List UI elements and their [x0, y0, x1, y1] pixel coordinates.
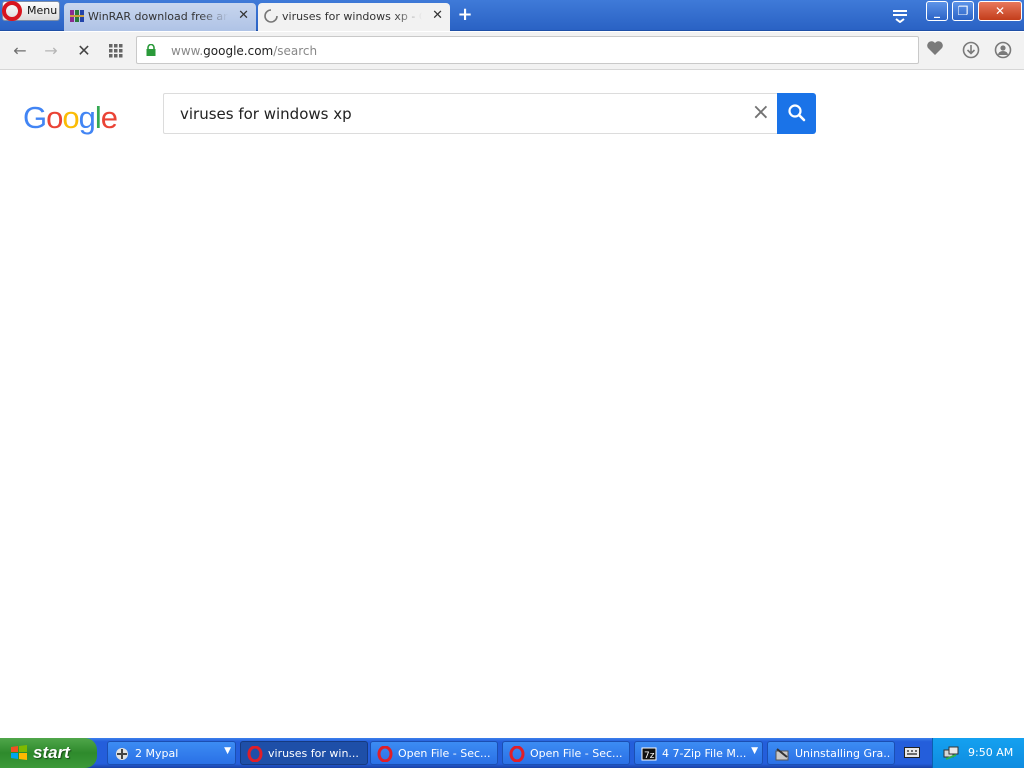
winrar-icon: [70, 10, 84, 22]
keyboard-icon[interactable]: [904, 745, 920, 759]
tab-winrar[interactable]: WinRAR download free and … ✕: [64, 3, 256, 31]
forward-arrow-icon[interactable]: →: [41, 41, 61, 61]
tab-google-search[interactable]: viruses for windows xp - Goo… ✕: [258, 3, 450, 31]
taskbar-item-uninstalling[interactable]: Uninstalling Gra...: [767, 741, 895, 765]
close-tab-icon[interactable]: ✕: [238, 8, 249, 23]
chevron-down-icon: ▼: [224, 746, 231, 756]
opera-icon: [509, 746, 525, 762]
start-button[interactable]: start: [0, 738, 97, 768]
taskbar-item-opera-google[interactable]: viruses for win...: [240, 741, 368, 765]
taskbar-item-label: 4 7-Zip File M...: [662, 747, 747, 760]
chevron-down-icon: ▼: [751, 746, 758, 756]
secure-lock-icon: [146, 44, 156, 56]
clock[interactable]: 9:50 AM: [968, 746, 1013, 759]
close-window-button[interactable]: ✕: [978, 1, 1022, 21]
taskbar-item-label: 2 Mypal: [135, 747, 179, 760]
back-arrow-icon[interactable]: ←: [10, 41, 30, 61]
close-tab-icon[interactable]: ✕: [432, 8, 443, 23]
taskbar-item-label: Uninstalling Gra...: [795, 747, 890, 760]
account-icon[interactable]: [993, 41, 1013, 61]
taskbar-item-open-file-1[interactable]: Open File - Sec...: [370, 741, 498, 765]
uninstall-icon: [775, 748, 789, 761]
opera-logo-icon: [2, 1, 22, 21]
browser-tab-bar: Menu WinRAR download free and … ✕ viruse…: [0, 0, 1024, 31]
taskbar-item-label: Open File - Sec...: [398, 747, 491, 760]
clear-search-icon[interactable]: ×: [752, 102, 770, 124]
tab-title: WinRAR download free and …: [88, 10, 228, 23]
taskbar-item-label: Open File - Sec...: [530, 747, 623, 760]
bookmark-heart-icon[interactable]: [925, 40, 945, 60]
loading-spinner-icon: [264, 9, 278, 23]
network-icon[interactable]: [943, 745, 959, 761]
mypal-icon: [116, 748, 128, 760]
search-icon: [788, 104, 806, 122]
tab-menu-icon[interactable]: [891, 8, 909, 24]
search-button[interactable]: [777, 93, 816, 134]
navigation-bar: ← → ✕ www.google.com/search: [0, 32, 1024, 70]
address-bar[interactable]: www.google.com/search: [136, 36, 919, 64]
downloads-icon[interactable]: [961, 41, 981, 61]
system-tray: 9:50 AM: [932, 738, 1024, 768]
windows-taskbar: start 2 Mypal ▼ viruses for win... Open …: [0, 738, 1024, 768]
search-input[interactable]: viruses for windows xp ×: [163, 93, 778, 134]
taskbar-item-mypal[interactable]: 2 Mypal ▼: [107, 741, 236, 765]
new-tab-button[interactable]: +: [456, 6, 474, 24]
address-url: www.google.com/search: [171, 44, 318, 58]
restore-button[interactable]: ❐: [952, 1, 974, 21]
taskbar-item-open-file-2[interactable]: Open File - Sec...: [502, 741, 630, 765]
stop-loading-icon[interactable]: ✕: [74, 41, 94, 61]
opera-icon: [377, 746, 393, 762]
google-logo[interactable]: Google: [23, 100, 118, 136]
tab-title: viruses for windows xp - Goo…: [282, 10, 422, 23]
svg-text:7z: 7z: [644, 751, 655, 761]
taskbar-item-label: viruses for win...: [268, 747, 359, 760]
menu-label: Menu: [27, 4, 58, 17]
7zip-icon: 7z: [641, 747, 657, 761]
taskbar-item-7zip[interactable]: 7z 4 7-Zip File M... ▼: [634, 741, 763, 765]
windows-flag-icon: [11, 745, 27, 760]
search-query-text: viruses for windows xp: [180, 105, 352, 123]
minimize-button[interactable]: _: [926, 1, 948, 21]
opera-icon: [247, 746, 263, 762]
start-label: start: [33, 743, 70, 762]
speed-dial-grid-icon[interactable]: [106, 41, 126, 61]
opera-menu-button[interactable]: Menu: [2, 1, 60, 21]
